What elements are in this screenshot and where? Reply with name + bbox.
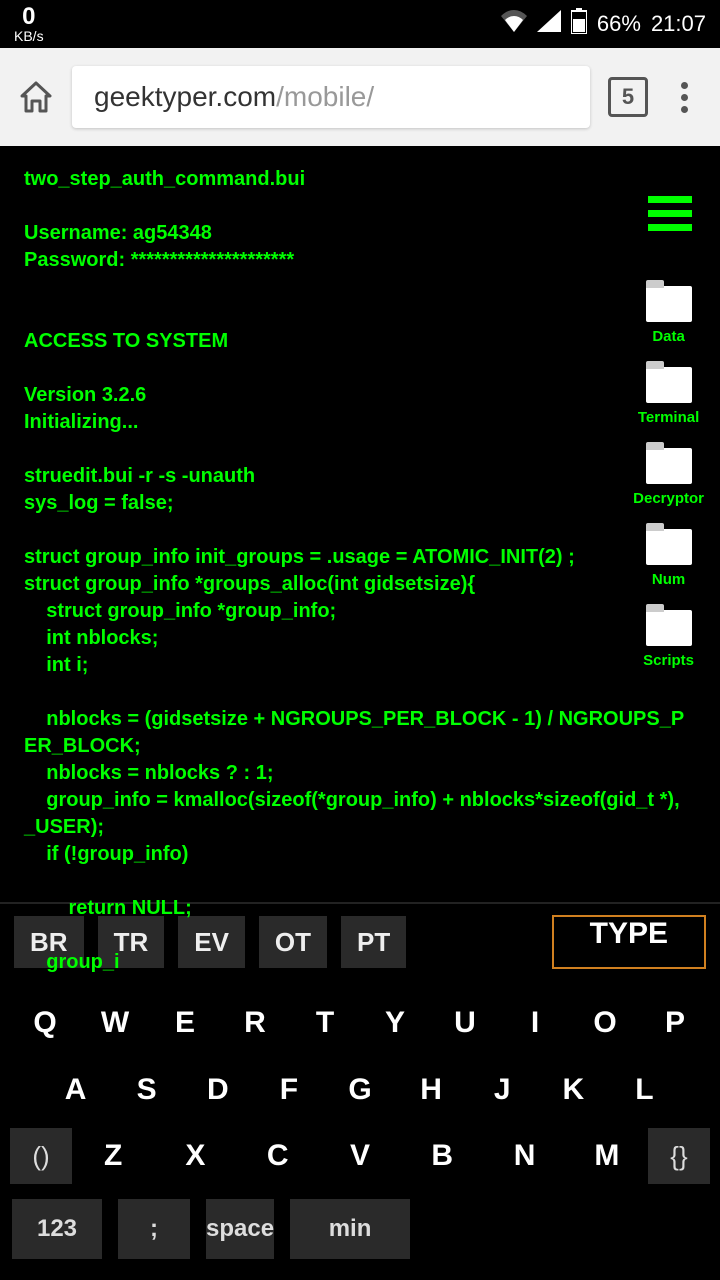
key-d[interactable]: D <box>182 1062 253 1118</box>
browser-toolbar: geektyper.com/mobile/ 5 <box>0 48 720 146</box>
key-braces[interactable]: {} <box>648 1128 710 1184</box>
keyboard-row-bottom: 123 ; space min <box>0 1195 720 1269</box>
key-z[interactable]: Z <box>72 1128 154 1184</box>
key-w[interactable]: W <box>80 995 150 1051</box>
tabs-button[interactable]: 5 <box>608 77 648 117</box>
key-parens[interactable]: () <box>10 1128 72 1184</box>
hamburger-icon[interactable] <box>648 196 692 231</box>
key-p[interactable]: P <box>640 995 710 1051</box>
folder-label: Data <box>652 328 685 345</box>
key-u[interactable]: U <box>430 995 500 1051</box>
key-v[interactable]: V <box>319 1128 401 1184</box>
tab-count: 5 <box>622 84 634 110</box>
home-icon[interactable] <box>18 79 54 115</box>
keyboard-row-3: () Z X C V B N M {} <box>0 1128 720 1184</box>
key-t[interactable]: T <box>290 995 360 1051</box>
key-h[interactable]: H <box>396 1062 467 1118</box>
folder-label: Num <box>652 571 685 588</box>
folder-terminal[interactable]: Terminal <box>633 367 704 426</box>
speed-unit: KB/s <box>14 29 44 43</box>
folder-scripts[interactable]: Scripts <box>633 610 704 669</box>
key-space[interactable]: space <box>206 1199 274 1259</box>
keyboard-row-2: A S D F G H J K L <box>0 1062 720 1118</box>
key-c[interactable]: C <box>237 1128 319 1184</box>
signal-icon <box>537 10 561 38</box>
key-e[interactable]: E <box>150 995 220 1051</box>
key-a[interactable]: A <box>40 1062 111 1118</box>
page-content[interactable]: two_step_auth_command.bui Username: ag54… <box>0 146 720 902</box>
key-s[interactable]: S <box>111 1062 182 1118</box>
url-path: /mobile/ <box>276 81 374 113</box>
status-bar: 0 KB/s 66% 21:07 <box>0 0 720 48</box>
folder-icon <box>646 529 692 565</box>
network-speed: 0 KB/s <box>14 5 44 43</box>
keyboard-rows: Q W E R T Y U I O P A S D F G H J K L ()… <box>0 980 720 1280</box>
clock: 21:07 <box>651 11 706 37</box>
key-numbers[interactable]: 123 <box>12 1199 102 1259</box>
folder-sidebar: Data Terminal Decryptor Num Scripts <box>633 286 704 669</box>
folder-label: Terminal <box>638 409 699 426</box>
key-x[interactable]: X <box>154 1128 236 1184</box>
url-domain: geektyper.com <box>94 81 276 113</box>
key-n[interactable]: N <box>483 1128 565 1184</box>
key-m[interactable]: M <box>566 1128 648 1184</box>
key-j[interactable]: J <box>467 1062 538 1118</box>
folder-icon <box>646 448 692 484</box>
url-bar[interactable]: geektyper.com/mobile/ <box>72 66 590 128</box>
key-l[interactable]: L <box>609 1062 680 1118</box>
key-r[interactable]: R <box>220 995 290 1051</box>
folder-data[interactable]: Data <box>633 286 704 345</box>
key-b[interactable]: B <box>401 1128 483 1184</box>
speed-value: 0 <box>22 5 35 29</box>
overflow-menu-icon[interactable] <box>666 82 702 113</box>
folder-icon <box>646 286 692 322</box>
key-f[interactable]: F <box>253 1062 324 1118</box>
folder-label: Scripts <box>643 652 694 669</box>
battery-icon <box>571 8 587 40</box>
folder-decryptor[interactable]: Decryptor <box>633 448 704 507</box>
folder-icon <box>646 610 692 646</box>
battery-percent: 66% <box>597 11 641 37</box>
keyboard-row-1: Q W E R T Y U I O P <box>0 995 720 1051</box>
status-icons: 66% 21:07 <box>501 8 706 40</box>
key-g[interactable]: G <box>324 1062 395 1118</box>
key-semicolon[interactable]: ; <box>118 1199 190 1259</box>
key-q[interactable]: Q <box>10 995 80 1051</box>
folder-num[interactable]: Num <box>633 529 704 588</box>
key-y[interactable]: Y <box>360 995 430 1051</box>
key-min[interactable]: min <box>290 1199 410 1259</box>
wifi-icon <box>501 10 527 38</box>
key-i[interactable]: I <box>500 995 570 1051</box>
key-k[interactable]: K <box>538 1062 609 1118</box>
terminal-output: two_step_auth_command.bui Username: ag54… <box>24 166 696 976</box>
folder-label: Decryptor <box>633 490 704 507</box>
folder-icon <box>646 367 692 403</box>
key-o[interactable]: O <box>570 995 640 1051</box>
